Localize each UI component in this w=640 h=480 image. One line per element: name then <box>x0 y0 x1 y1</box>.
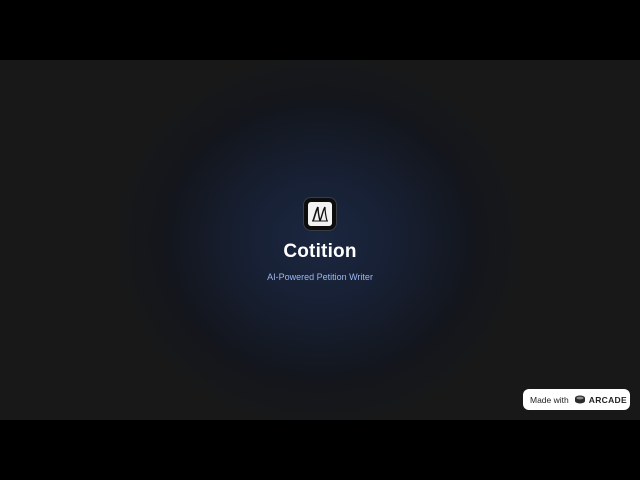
cotition-logo-icon <box>303 197 337 231</box>
app-title: Cotition <box>283 241 357 262</box>
made-with-arcade-badge[interactable]: Made with ARCADE <box>523 389 630 410</box>
arcade-brand-label: ARCADE <box>588 394 627 405</box>
app-subtitle: AI-Powered Petition Writer <box>267 272 373 282</box>
made-with-label: Made with <box>530 394 569 405</box>
splash-screen: Cotition AI-Powered Petition Writer <box>0 60 640 420</box>
arcade-logo-icon <box>574 395 586 404</box>
letterbox-bottom <box>0 420 640 480</box>
letterbox-top <box>0 0 640 60</box>
